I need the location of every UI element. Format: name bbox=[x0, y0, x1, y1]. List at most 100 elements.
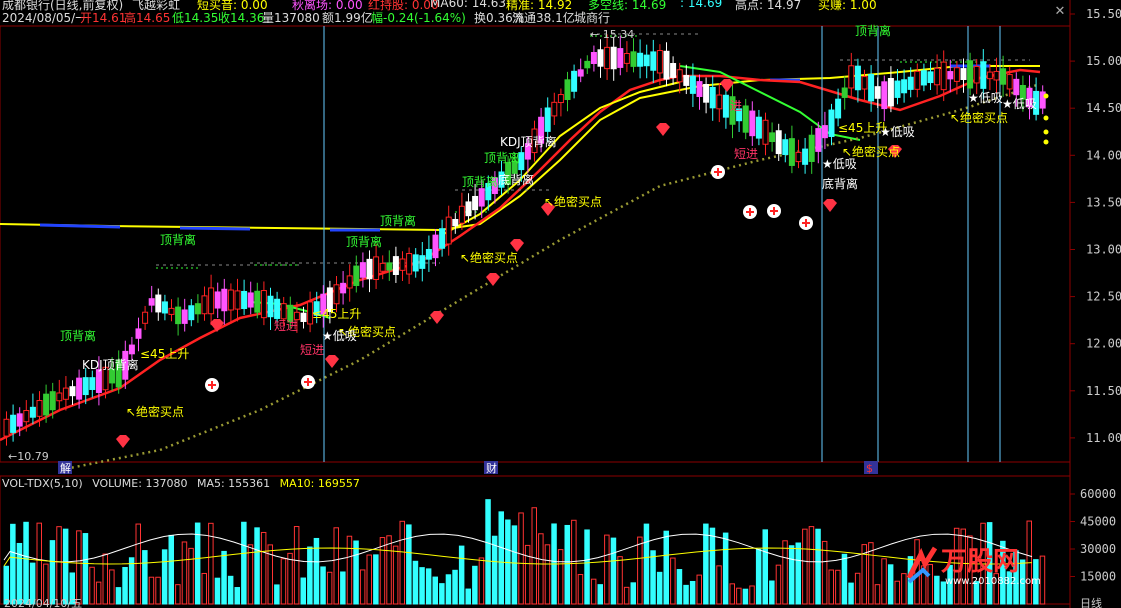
volume-bar bbox=[676, 569, 683, 605]
ma-long-blue-segment bbox=[39, 223, 121, 229]
volume-bar bbox=[227, 575, 234, 605]
chart-annotation: ↖绝密买点 bbox=[950, 110, 1008, 125]
volume-bar bbox=[637, 536, 643, 605]
logo-url: www.2010882.com bbox=[945, 576, 1041, 586]
candle-body bbox=[802, 148, 809, 165]
chart-annotation: 底背离 bbox=[822, 176, 858, 191]
volume-bar bbox=[590, 578, 597, 605]
volume-bar bbox=[109, 569, 115, 605]
candle-body bbox=[1000, 68, 1007, 85]
candle-body bbox=[142, 311, 149, 324]
volume-bar bbox=[485, 499, 491, 605]
volume-tick-label: 30000 bbox=[1080, 542, 1116, 556]
candle-body bbox=[590, 52, 597, 64]
candle-body bbox=[16, 413, 23, 427]
volume-bar bbox=[683, 584, 689, 605]
volume-bar bbox=[828, 569, 834, 605]
chart-annotation: ≤45上升 bbox=[312, 307, 361, 321]
chart-annotation: 短进 bbox=[734, 147, 758, 161]
volume-bar bbox=[498, 511, 504, 605]
volume-bar bbox=[511, 525, 518, 605]
chart-annotation: 顶背离 bbox=[60, 328, 96, 343]
volume-bar bbox=[102, 553, 108, 605]
info-low: 低14.35 bbox=[172, 11, 219, 25]
candle-body bbox=[577, 69, 584, 77]
candle-body bbox=[828, 109, 835, 137]
volume-bar bbox=[241, 521, 247, 605]
volume-bar bbox=[445, 574, 452, 605]
volume-bar bbox=[280, 558, 287, 605]
volume-bar bbox=[181, 541, 188, 605]
buy-point-value: 买赚: 1.00 bbox=[818, 0, 877, 12]
volume-bar bbox=[293, 526, 300, 605]
volume-bar bbox=[340, 571, 346, 605]
candle-body bbox=[907, 76, 914, 90]
chart-annotation: 短进 bbox=[300, 343, 324, 357]
chart-annotation: ★低吸 bbox=[968, 91, 1003, 105]
diamond-icon bbox=[116, 435, 130, 448]
signal-dot bbox=[1043, 115, 1049, 121]
candle-body bbox=[260, 290, 267, 319]
candle-body bbox=[947, 71, 954, 80]
volume-bar bbox=[782, 540, 788, 605]
candle-body bbox=[10, 414, 17, 433]
candle-body bbox=[392, 256, 399, 275]
volume-bar bbox=[848, 582, 854, 605]
candle-body bbox=[788, 138, 795, 166]
candle-body bbox=[986, 71, 993, 80]
volume-bar bbox=[76, 530, 82, 605]
close-icon[interactable]: ✕ bbox=[1052, 4, 1068, 20]
chart-annotation: 顶背离 bbox=[380, 213, 416, 228]
diamond-icon bbox=[325, 355, 339, 368]
info-change: 幅-0.24(-1.64%) bbox=[371, 11, 466, 25]
volume-bar bbox=[419, 567, 425, 605]
candle-body bbox=[43, 393, 50, 416]
volume-bar bbox=[115, 587, 122, 605]
volume-bar bbox=[23, 521, 29, 605]
ma-long-blue-segment bbox=[179, 226, 251, 231]
volume-bar bbox=[49, 540, 56, 605]
volume-bar bbox=[841, 553, 848, 605]
volume-bar bbox=[617, 556, 623, 605]
volume-bar bbox=[425, 568, 432, 605]
price-tick-label: 14.50 bbox=[1086, 101, 1121, 115]
info-float: 流通38.1亿 bbox=[512, 11, 575, 25]
volume-bar bbox=[742, 588, 749, 605]
candle-body bbox=[630, 51, 637, 67]
candle-body bbox=[887, 77, 894, 107]
volume-bar bbox=[472, 565, 478, 605]
volume-bar bbox=[465, 588, 471, 605]
volume-bar bbox=[663, 530, 669, 605]
candle-body bbox=[861, 76, 868, 90]
candle-body bbox=[551, 101, 558, 117]
volume-bar bbox=[214, 577, 221, 605]
volume-bar bbox=[630, 582, 636, 605]
diamond-icon bbox=[430, 311, 444, 324]
volume-bar bbox=[201, 572, 207, 605]
volume-bar bbox=[399, 520, 405, 605]
info-close: 收14.36 bbox=[218, 11, 265, 25]
candle-body bbox=[689, 75, 696, 94]
price-tick-label: 11.50 bbox=[1086, 384, 1121, 398]
chart-annotation: 顶背离 bbox=[346, 234, 382, 249]
candle-body bbox=[234, 290, 241, 310]
candle-body bbox=[194, 303, 201, 315]
volume-bar bbox=[769, 580, 775, 605]
chart-annotation: KDJ顶背离 bbox=[82, 357, 139, 372]
volume-bar bbox=[439, 583, 445, 605]
candle-body bbox=[201, 295, 208, 315]
volume-bar bbox=[788, 545, 795, 605]
high-price-marker: ← 15.34 bbox=[590, 28, 634, 41]
volume-bar bbox=[696, 574, 702, 605]
volume-bar bbox=[564, 524, 570, 605]
ma5-value: MA5: 155361 bbox=[196, 477, 271, 490]
candle-body bbox=[274, 298, 281, 319]
volume-bar bbox=[524, 544, 531, 605]
candle-body bbox=[465, 201, 472, 217]
volume-bar bbox=[392, 545, 399, 605]
volume-bar bbox=[458, 545, 465, 605]
volume-bar bbox=[577, 574, 584, 605]
candle-body bbox=[49, 391, 56, 411]
volume-bar bbox=[795, 542, 801, 605]
volume-bar bbox=[333, 527, 339, 605]
